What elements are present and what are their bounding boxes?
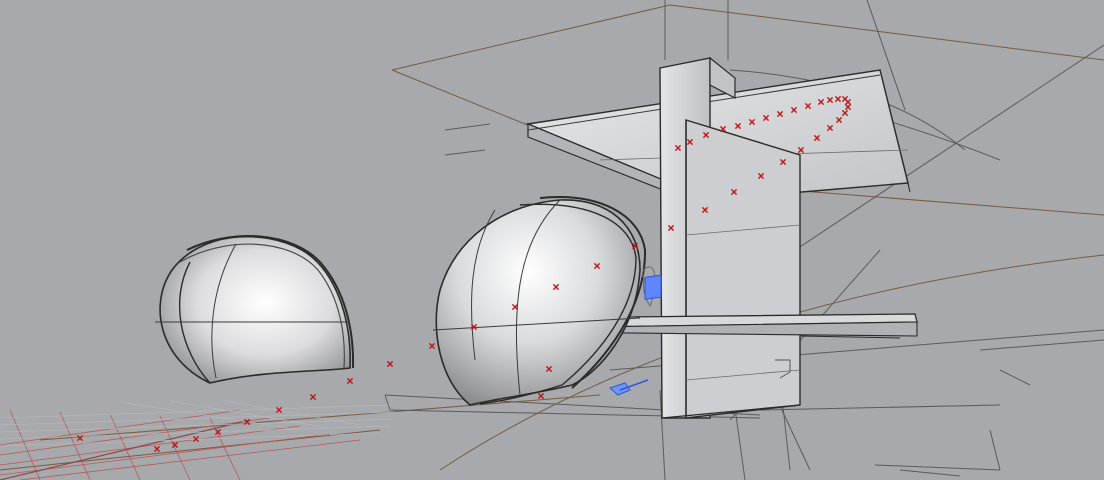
control-point-marker[interactable] bbox=[309, 393, 317, 401]
scene-canvas[interactable] bbox=[0, 0, 1104, 480]
3d-viewport[interactable] bbox=[0, 0, 1104, 480]
shell-right[interactable] bbox=[432, 196, 647, 406]
ground-grid bbox=[0, 409, 361, 480]
control-point-marker[interactable] bbox=[346, 377, 354, 385]
control-point-marker[interactable] bbox=[153, 445, 161, 453]
ground-grid-fine bbox=[0, 399, 396, 447]
control-point-marker[interactable] bbox=[386, 360, 394, 368]
shell-left[interactable] bbox=[155, 235, 355, 384]
control-point-marker[interactable] bbox=[428, 342, 436, 350]
control-point-marker[interactable] bbox=[537, 392, 545, 400]
